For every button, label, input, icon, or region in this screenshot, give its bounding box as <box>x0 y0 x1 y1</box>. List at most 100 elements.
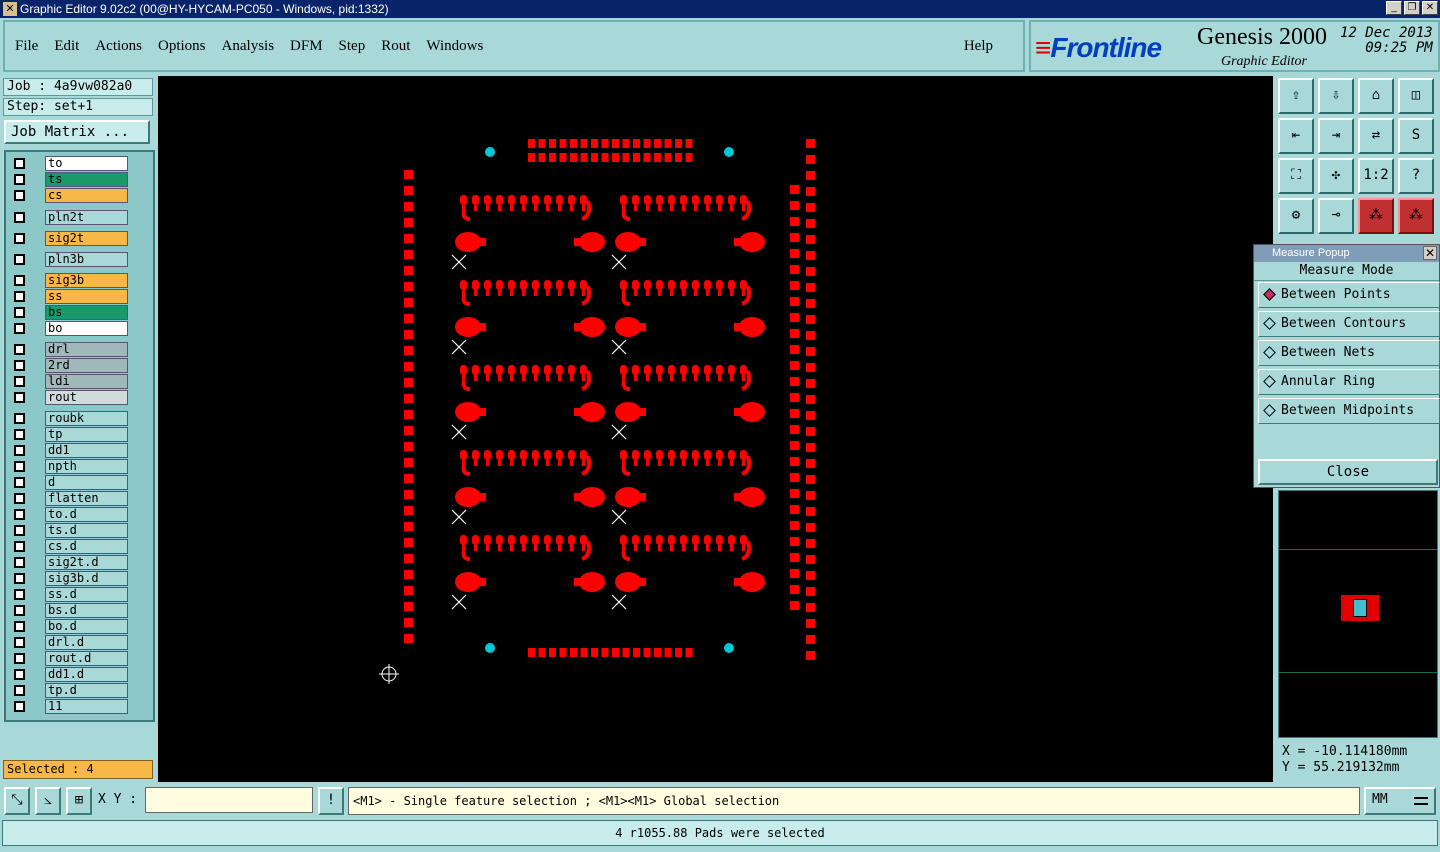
smd-pad[interactable] <box>704 195 711 205</box>
pan-left-icon[interactable]: ⇤ <box>1278 118 1314 154</box>
trace[interactable] <box>522 460 525 466</box>
layer-checkbox[interactable] <box>14 307 25 318</box>
large-pad[interactable] <box>579 402 605 422</box>
smd-pad[interactable] <box>680 280 687 290</box>
trace[interactable] <box>486 205 489 211</box>
layer-row[interactable]: bs.d <box>10 603 128 618</box>
smd-pad[interactable] <box>556 450 563 460</box>
layer-row[interactable]: pln3b <box>10 252 128 267</box>
layer-checkbox[interactable] <box>14 360 25 371</box>
trace[interactable] <box>670 460 673 466</box>
layer-checkbox[interactable] <box>14 509 25 520</box>
trace[interactable] <box>742 460 745 466</box>
measure-option[interactable]: Between Points <box>1258 282 1440 308</box>
smd-pad[interactable] <box>685 153 693 162</box>
trace[interactable] <box>461 550 471 561</box>
smd-pad[interactable] <box>716 280 723 290</box>
layer-row[interactable]: bs <box>10 305 128 320</box>
trace[interactable] <box>730 375 733 381</box>
large-pad[interactable] <box>739 572 765 592</box>
smd-pad[interactable] <box>404 586 413 595</box>
large-pad-tab[interactable] <box>638 493 646 501</box>
layer-checkbox[interactable] <box>14 685 25 696</box>
smd-pad[interactable] <box>580 280 587 290</box>
smd-pad[interactable] <box>632 450 639 460</box>
smd-pad[interactable] <box>404 234 413 243</box>
large-pad-tab[interactable] <box>574 408 582 416</box>
smd-pad[interactable] <box>790 489 799 498</box>
menu-rout[interactable]: Rout <box>381 38 410 55</box>
layer-checkbox[interactable] <box>14 254 25 265</box>
smd-pad[interactable] <box>570 139 577 148</box>
smd-pad[interactable] <box>790 313 799 322</box>
measure-option[interactable]: Between Nets <box>1258 340 1440 366</box>
layer-name[interactable]: sig2t <box>45 231 128 246</box>
smd-pad[interactable] <box>668 535 675 545</box>
layer-name[interactable]: sig3b.d <box>45 571 128 586</box>
trace[interactable] <box>670 205 673 211</box>
trace[interactable] <box>670 290 673 296</box>
smd-pad[interactable] <box>404 202 413 211</box>
smd-pad[interactable] <box>404 186 413 195</box>
smd-pad[interactable] <box>790 297 799 306</box>
layer-row[interactable]: sig3b.d <box>10 571 128 586</box>
trace[interactable] <box>498 460 501 466</box>
trace[interactable] <box>706 460 709 466</box>
smd-pad[interactable] <box>806 491 815 500</box>
smd-pad[interactable] <box>656 280 663 290</box>
smd-pad[interactable] <box>790 345 799 354</box>
home-icon[interactable]: ⌂ <box>1358 78 1394 114</box>
layer-row[interactable]: ss <box>10 289 128 304</box>
smd-pad[interactable] <box>520 280 527 290</box>
selected-marker[interactable] <box>451 339 467 355</box>
large-pad-tab[interactable] <box>478 578 486 586</box>
smd-pad[interactable] <box>580 535 587 545</box>
smd-pad[interactable] <box>508 450 515 460</box>
smd-pad[interactable] <box>806 379 815 388</box>
smd-pad[interactable] <box>806 635 815 644</box>
trace[interactable] <box>461 380 471 391</box>
snap-mode-icon[interactable]: ⤡ <box>4 787 30 815</box>
trace[interactable] <box>474 375 477 381</box>
smd-pad[interactable] <box>559 648 567 657</box>
trace[interactable] <box>546 205 549 211</box>
trace[interactable] <box>646 460 649 466</box>
layer-name[interactable]: roubk <box>45 411 128 426</box>
layer-row[interactable]: dd1.d <box>10 667 128 682</box>
smd-pad[interactable] <box>806 139 815 148</box>
smd-pad[interactable] <box>680 535 687 545</box>
smd-pad[interactable] <box>806 587 815 596</box>
smd-pad[interactable] <box>716 535 723 545</box>
trace[interactable] <box>718 545 721 551</box>
net-icon[interactable]: ⁂ <box>1358 198 1394 234</box>
tools-icon[interactable]: ⚙ <box>1278 198 1314 234</box>
trace[interactable] <box>658 460 661 466</box>
layer-name[interactable]: ss <box>45 289 128 304</box>
layer-row[interactable]: 11 <box>10 699 128 714</box>
smd-pad[interactable] <box>644 365 651 375</box>
layer-name[interactable]: ldi <box>45 374 128 389</box>
smd-pad[interactable] <box>591 153 598 162</box>
smd-pad[interactable] <box>528 139 535 148</box>
layer-row[interactable]: sig3b <box>10 273 128 288</box>
smd-pad[interactable] <box>520 450 527 460</box>
smd-pad[interactable] <box>472 195 479 205</box>
menu-windows[interactable]: Windows <box>426 38 483 55</box>
layer-checkbox[interactable] <box>14 174 25 185</box>
smd-pad[interactable] <box>790 441 799 450</box>
smd-pad[interactable] <box>806 555 815 564</box>
smd-pad[interactable] <box>601 153 609 162</box>
smd-pad[interactable] <box>520 365 527 375</box>
layer-name[interactable]: tp <box>45 427 128 442</box>
trace[interactable] <box>474 205 477 211</box>
smd-pad[interactable] <box>520 535 527 545</box>
large-pad[interactable] <box>579 572 605 592</box>
trace[interactable] <box>682 375 685 381</box>
smd-pad[interactable] <box>580 365 587 375</box>
large-pad[interactable] <box>739 232 765 252</box>
smd-pad[interactable] <box>404 522 413 531</box>
smd-pad[interactable] <box>790 569 799 578</box>
trace[interactable] <box>582 375 585 381</box>
smd-pad[interactable] <box>568 535 575 545</box>
smd-pad[interactable] <box>806 363 815 372</box>
